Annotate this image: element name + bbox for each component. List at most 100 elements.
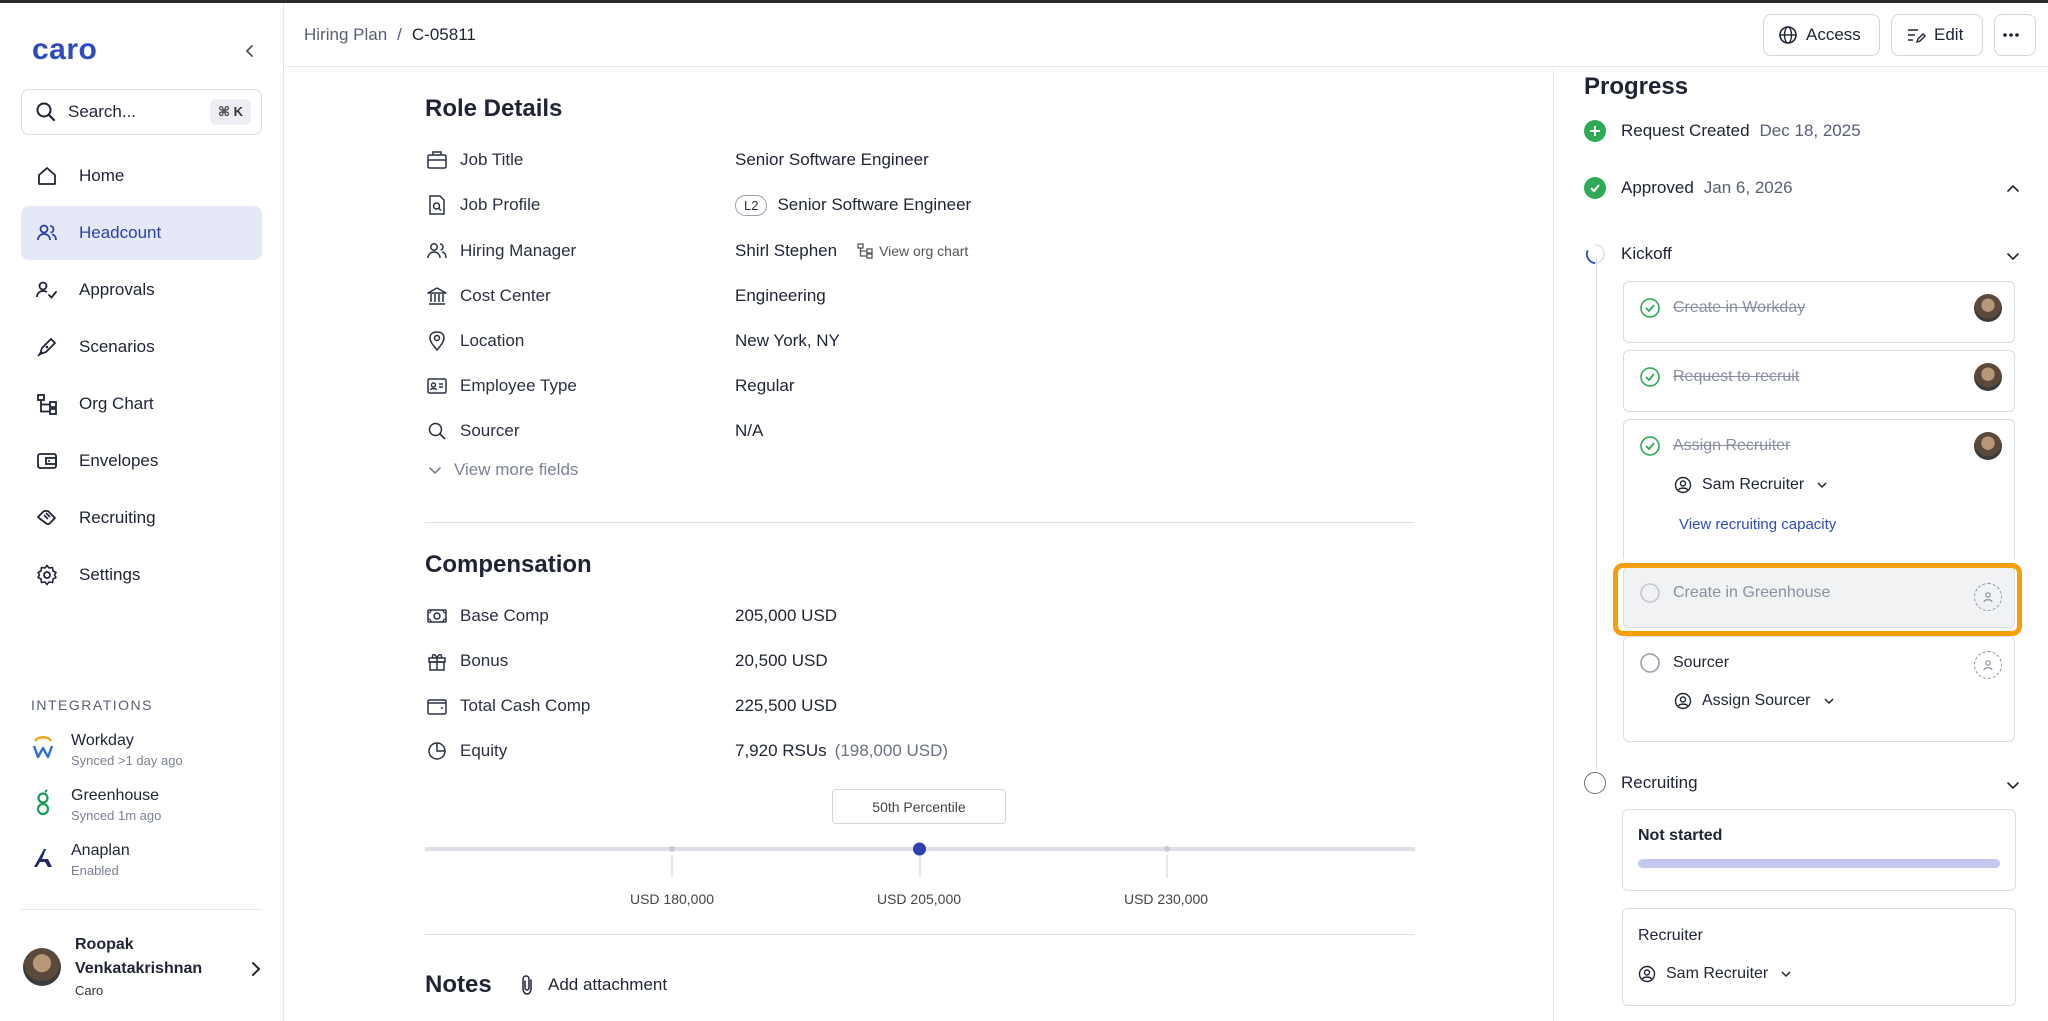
notes-title: Notes: [425, 971, 492, 998]
check-circle-icon: [1584, 177, 1606, 199]
view-org-chart-link[interactable]: View org chart: [857, 243, 968, 259]
nav-item-headcount[interactable]: Headcount: [21, 206, 262, 260]
breadcrumb: Hiring Plan / C-05811: [304, 25, 476, 45]
user-menu[interactable]: Roopak Venkatakrishnan Caro: [23, 933, 263, 1001]
field-value: 20,500 USD: [735, 651, 828, 670]
recruiting-progress-bar: [1638, 859, 2000, 868]
integrations-title: INTEGRATIONS: [31, 697, 153, 713]
integrations-section: INTEGRATIONS Workday Synced >1 day ago G…: [31, 697, 183, 896]
main-content: Role Details Job Title Senior Software E…: [285, 68, 1553, 1021]
view-more-label: View more fields: [454, 460, 579, 479]
handshake-icon: [37, 510, 56, 525]
search-input[interactable]: Search... ⌘ K: [21, 89, 262, 135]
chevron-down-icon[interactable]: [2006, 249, 2020, 263]
recruiter-card: Recruiter Sam Recruiter: [1622, 908, 2016, 1006]
task-label: Sourcer: [1673, 654, 1730, 671]
level-badge: L2: [735, 194, 768, 216]
range-tick-max: [1164, 846, 1170, 852]
paperclip-icon: [522, 975, 532, 995]
collapse-sidebar-button[interactable]: [238, 39, 262, 63]
field-sourcer: Sourcer N/A: [426, 416, 1226, 446]
app-logo[interactable]: caro: [32, 33, 97, 67]
field-cost-center: Cost Center Engineering: [426, 281, 1226, 311]
sourcer-select[interactable]: Assign Sourcer: [1674, 692, 1845, 710]
field-value: N/A: [735, 421, 764, 440]
step-approved[interactable]: Approved Jan 6, 2026: [1584, 177, 1793, 199]
chevron-up-icon[interactable]: [2006, 182, 2020, 196]
field-label: Sourcer: [460, 421, 520, 440]
breadcrumb-parent[interactable]: Hiring Plan: [304, 25, 387, 44]
field-employee-type: Employee Type Regular: [426, 371, 1226, 401]
task-request-to-recruit[interactable]: Request to recruit: [1623, 350, 2015, 412]
step-request-created: Request Created Dec 18, 2025: [1584, 120, 1861, 142]
progress-spinner-icon: [1584, 243, 1606, 265]
assignee-name: Sam Recruiter: [1666, 965, 1769, 982]
nav-item-recruiting[interactable]: Recruiting: [21, 491, 262, 545]
compensation-title: Compensation: [425, 551, 592, 578]
integration-greenhouse[interactable]: Greenhouse Synced 1m ago: [31, 786, 183, 841]
sidebar-divider: [21, 909, 262, 910]
add-attachment-button[interactable]: Add attachment: [518, 974, 667, 996]
nav-item-org-chart[interactable]: Org Chart: [21, 377, 262, 431]
step-recruiting[interactable]: Recruiting: [1584, 772, 1698, 794]
field-value: 225,500 USD: [735, 696, 838, 715]
integration-anaplan[interactable]: Anaplan Enabled: [31, 841, 183, 896]
access-button[interactable]: Access: [1763, 14, 1880, 56]
location-pin-icon: [429, 331, 445, 352]
progress-title: Progress: [1584, 73, 1689, 100]
view-org-chart-label: View org chart: [879, 243, 969, 259]
nav-item-envelopes[interactable]: Envelopes: [21, 434, 262, 488]
task-assign-recruiter[interactable]: Assign Recruiter Sam Recruiter View recr…: [1623, 419, 2015, 559]
nav-item-approvals[interactable]: Approvals: [21, 263, 262, 317]
nav-item-scenarios[interactable]: Scenarios: [21, 320, 262, 374]
chevron-down-icon: [1817, 482, 1827, 489]
integration-name: Greenhouse: [71, 787, 160, 804]
search-icon: [428, 422, 446, 440]
nav-item-label: Envelopes: [79, 451, 159, 470]
wallet-icon: [427, 699, 447, 715]
integration-workday[interactable]: Workday Synced >1 day ago: [31, 731, 183, 786]
field-job-title: Job Title Senior Software Engineer: [426, 145, 1226, 175]
integration-name: Workday: [71, 732, 134, 749]
access-label: Access: [1806, 25, 1861, 44]
nav-item-settings[interactable]: Settings: [21, 548, 262, 602]
breadcrumb-separator: /: [397, 25, 402, 44]
field-value: Engineering: [735, 286, 826, 305]
recruiter-select[interactable]: Sam Recruiter: [1674, 476, 1838, 494]
field-label: Job Profile: [460, 195, 541, 214]
greenhouse-logo-icon: [31, 788, 55, 818]
task-label: Create in Workday: [1673, 299, 1806, 316]
range-tick-min: [669, 846, 675, 852]
field-bonus: Bonus 20,500 USD: [426, 646, 1226, 676]
pen-icon: [37, 338, 56, 357]
chevron-down-icon: [1823, 698, 1834, 705]
chevron-right-icon: [252, 962, 261, 976]
field-value[interactable]: Senior Software Engineer: [777, 195, 971, 215]
recruiter-select[interactable]: Sam Recruiter: [1638, 965, 1802, 983]
field-value[interactable]: Shirl Stephen: [735, 241, 837, 261]
field-location: Location New York, NY: [426, 326, 1226, 356]
field-equity: Equity 7,920 RSUs (198,000 USD): [426, 736, 1226, 766]
org-chart-icon: [857, 243, 873, 259]
user-name-first: Roopak: [75, 936, 134, 953]
search-icon: [36, 102, 56, 122]
field-secondary-value: (198,000 USD): [834, 741, 949, 760]
edit-button[interactable]: Edit: [1891, 14, 1983, 56]
edit-label: Edit: [1934, 25, 1964, 44]
field-value: Regular: [735, 376, 795, 395]
field-value: 205,000 USD: [735, 606, 838, 625]
field-label: Location: [460, 331, 525, 350]
task-sourcer[interactable]: Sourcer Assign Sourcer: [1623, 636, 2015, 742]
field-value: 7,920 RSUs: [735, 741, 827, 760]
sidebar: caro Search... ⌘ K Home Headcount Approv…: [0, 3, 284, 1021]
more-options-button[interactable]: [1994, 14, 2036, 56]
field-label: Job Title: [460, 150, 524, 169]
view-more-fields-button[interactable]: View more fields: [428, 460, 578, 480]
chevron-down-icon[interactable]: [2006, 778, 2020, 792]
step-kickoff[interactable]: Kickoff: [1584, 243, 1672, 265]
nav-item-home[interactable]: Home: [21, 149, 262, 203]
task-label: Request to recruit: [1673, 368, 1800, 385]
unassigned-user-icon[interactable]: [1974, 651, 2002, 679]
task-create-in-workday[interactable]: Create in Workday: [1623, 281, 2015, 343]
view-recruiting-capacity-link[interactable]: View recruiting capacity: [1679, 516, 1836, 533]
